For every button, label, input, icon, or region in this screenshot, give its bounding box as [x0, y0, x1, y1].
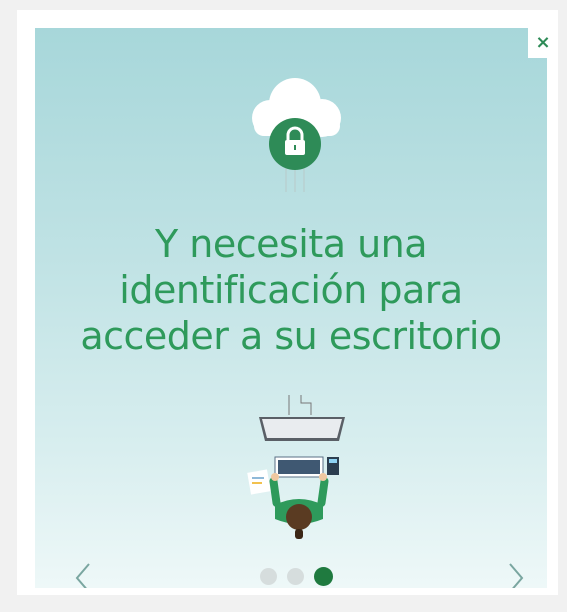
headline-line-1: Y necesita una	[154, 222, 428, 266]
lock-icon	[269, 118, 321, 170]
carousel-slide: Y necesita una identificación para acced…	[35, 28, 547, 588]
cable-lines	[285, 168, 305, 192]
slide-headline: Y necesita una identificación para acced…	[35, 221, 547, 359]
chevron-left-icon[interactable]	[69, 558, 99, 588]
close-button[interactable]: ×	[528, 28, 558, 58]
monitor-icon	[259, 417, 345, 441]
onboarding-dialog: Y necesita una identificación para acced…	[17, 10, 558, 595]
headline-line-3: acceder a su escritorio	[80, 314, 502, 358]
carousel-dot-2[interactable]	[287, 567, 304, 585]
close-icon: ×	[535, 32, 551, 53]
carousel-dot-3-active[interactable]	[314, 566, 333, 586]
monitor-cables	[288, 395, 312, 415]
calculator-icon	[327, 457, 339, 475]
person-icon	[269, 473, 329, 539]
carousel-dot-1[interactable]	[260, 567, 277, 585]
cloud-lock-illustration	[252, 78, 341, 192]
desk-illustration	[247, 395, 345, 539]
carousel-indicator	[260, 565, 350, 587]
papers-icon	[247, 469, 271, 495]
headline-line-2: identificación para	[119, 268, 463, 312]
chevron-right-icon[interactable]	[500, 558, 530, 588]
keyboard-icon	[274, 456, 324, 478]
